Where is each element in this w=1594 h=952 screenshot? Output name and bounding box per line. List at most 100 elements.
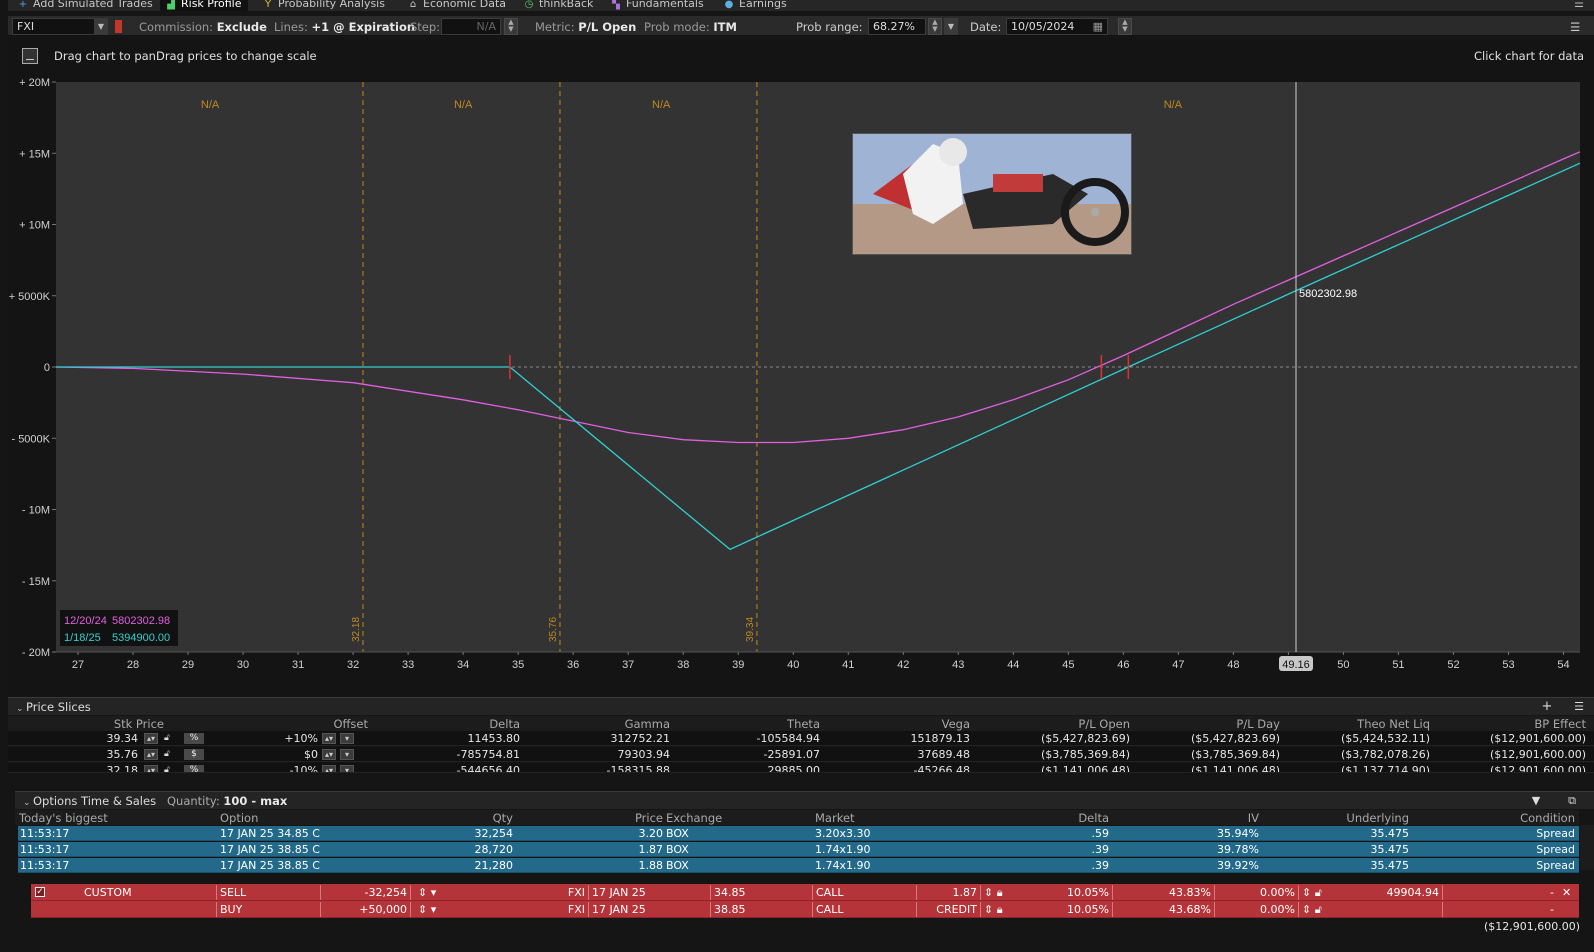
price-slice-row[interactable]: 39.34 ▴▾ 🔓︎% +10% ▴▾ ▾ 11453.80 312752.21 -10558… bbox=[8, 731, 1594, 746]
slice-price[interactable]: 35.76 bbox=[58, 748, 139, 761]
price-slice-row[interactable]: 35.76 ▴▾ 🔓︎ $ $0 ▴▾ ▾ -785754.81 79303.94 -25891.… bbox=[8, 747, 1594, 762]
offset-stepper[interactable]: ▴▾ bbox=[322, 733, 336, 744]
col-delta[interactable]: Delta bbox=[1015, 811, 1109, 825]
order-type[interactable] bbox=[81, 902, 217, 917]
add-slice-button[interactable]: + bbox=[1536, 699, 1558, 715]
prob-mode-control[interactable]: Prob mode: ITM bbox=[644, 19, 737, 35]
col-stk-price[interactable]: Stk Price bbox=[58, 717, 164, 731]
offset-stepper[interactable]: ▴▾ bbox=[322, 765, 336, 772]
qty-stepper[interactable]: ⇕ ▾ bbox=[415, 885, 449, 900]
price-stepper[interactable]: ▴▾ bbox=[144, 733, 158, 744]
toolbar-menu-icon[interactable]: ☰ bbox=[1570, 19, 1580, 35]
price-slices-toggle[interactable]: ⌄ Price Slices bbox=[16, 700, 91, 714]
col-todays-biggest[interactable]: Today's biggest bbox=[19, 811, 108, 825]
order-leg-row[interactable]: BUY +50,000 ⇕ ▾ FXI 17 JAN 25 38.85 CALL CREDIT… bbox=[31, 901, 1579, 918]
order-type[interactable]: CUSTOM bbox=[81, 885, 217, 900]
lock-icon[interactable]: 🔓︎ bbox=[164, 765, 174, 772]
slice-price[interactable]: 39.34 bbox=[58, 732, 139, 745]
filter-icon[interactable]: ▼ bbox=[1525, 793, 1547, 809]
order-pct[interactable]: 0.00% bbox=[1215, 902, 1299, 917]
price-stepper-lock[interactable]: ⇕ 🔒︎ bbox=[981, 902, 1017, 917]
metric-control[interactable]: Metric: P/L Open bbox=[535, 19, 636, 35]
time-sales-row[interactable]: 11:53:17 17 JAN 25 34.85 C 32,254 3.20 BOX 3.… bbox=[18, 826, 1579, 841]
order-strike[interactable]: 38.85 bbox=[711, 902, 813, 917]
popout-icon[interactable]: ⧉ bbox=[1561, 793, 1583, 809]
lock-icon[interactable]: 🔓︎ bbox=[164, 749, 174, 760]
pct-stepper-lock[interactable]: ⇕ 🔓︎ bbox=[1299, 902, 1333, 917]
offset-mode-toggle[interactable]: $ bbox=[184, 749, 204, 760]
order-checkbox[interactable]: ✓ bbox=[35, 887, 45, 897]
qty-stepper[interactable]: ⇕ ▾ bbox=[415, 902, 449, 917]
price-slice-row[interactable]: 32.18 ▴▾ 🔓︎% -10% ▴▾ ▾ -544656.40 -158315.88 298… bbox=[8, 763, 1594, 773]
date-stepper[interactable]: ▲ ▼ bbox=[1118, 18, 1132, 35]
offset-mode-toggle[interactable]: % bbox=[184, 733, 204, 744]
lines-control[interactable]: Lines: +1 @ Expiration bbox=[274, 19, 415, 35]
tab-add-simulated-trades[interactable]: + Add Simulated Trades bbox=[18, 0, 153, 11]
tab-economic-data[interactable]: ⌂ Economic Data bbox=[408, 0, 506, 11]
offset-stepper[interactable]: ▴▾ bbox=[322, 749, 336, 760]
order-price[interactable]: CREDIT bbox=[917, 902, 981, 917]
slice-offset[interactable]: -10% bbox=[258, 764, 318, 772]
order-strike[interactable]: 34.85 bbox=[711, 885, 813, 900]
order-expiration[interactable]: 17 JAN 25 bbox=[589, 902, 711, 917]
col-iv[interactable]: IV bbox=[1165, 811, 1259, 825]
col-delta[interactable]: Delta bbox=[420, 717, 520, 731]
offset-dropdown-icon[interactable]: ▾ bbox=[340, 733, 354, 744]
quantity-filter[interactable]: Quantity: 100 - max bbox=[167, 793, 287, 809]
col-pl-day[interactable]: P/L Day bbox=[1170, 717, 1280, 731]
prob-range-dropdown-icon[interactable]: ▼ bbox=[944, 18, 958, 35]
order-option-type[interactable]: CALL bbox=[813, 885, 917, 900]
chart-image-icon[interactable] bbox=[22, 48, 38, 64]
price-stepper-lock[interactable]: ⇕ 🔒︎ bbox=[981, 885, 1017, 900]
offset-dropdown-icon[interactable]: ▾ bbox=[340, 765, 354, 772]
prob-range-stepper[interactable]: ▲ ▼ bbox=[928, 18, 942, 35]
tab-earnings[interactable]: ● Earnings bbox=[724, 0, 787, 11]
col-qty[interactable]: Qty bbox=[415, 811, 513, 825]
time-sales-toggle[interactable]: ⌄ Options Time & Sales bbox=[23, 794, 156, 808]
lock-icon[interactable]: 🔓︎ bbox=[164, 733, 174, 744]
order-qty[interactable]: -32,254 bbox=[321, 885, 411, 900]
time-sales-scrollbar[interactable] bbox=[1580, 825, 1594, 870]
col-pl-open[interactable]: P/L Open bbox=[1020, 717, 1130, 731]
col-option[interactable]: Option bbox=[220, 811, 258, 825]
order-qty[interactable]: +50,000 bbox=[321, 902, 411, 917]
order-price[interactable]: 1.87 bbox=[917, 885, 981, 900]
offset-dropdown-icon[interactable]: ▾ bbox=[340, 749, 354, 760]
col-underlying[interactable]: Underlying bbox=[1315, 811, 1409, 825]
close-icon[interactable]: ✕ bbox=[1559, 885, 1577, 900]
col-theo-net-liq[interactable]: Theo Net Liq bbox=[1320, 717, 1430, 731]
risk-profile-chart[interactable]: 32.18 35.76 39.34 N/A N/A N/A N/A + 20M + 15M + … bbox=[8, 74, 1594, 696]
order-option-type[interactable]: CALL bbox=[813, 902, 917, 917]
col-exchange[interactable]: Exchange bbox=[666, 811, 722, 825]
order-side[interactable]: SELL bbox=[217, 885, 321, 900]
symbol-field[interactable]: FXI bbox=[12, 18, 100, 35]
col-bp-effect[interactable]: BP Effect bbox=[1470, 717, 1586, 731]
col-condition[interactable]: Condition bbox=[1465, 811, 1575, 825]
symbol-dropdown-icon[interactable]: ▼ bbox=[94, 18, 108, 35]
col-offset[interactable]: Offset bbox=[268, 717, 368, 731]
tab-thinkback[interactable]: ◷ thinkBack bbox=[524, 0, 594, 11]
price-stepper[interactable]: ▴▾ bbox=[144, 749, 158, 760]
order-leg-row[interactable]: ✓ CUSTOM SELL -32,254 ⇕ ▾ FXI 17 JAN 25 34.85 CA… bbox=[31, 884, 1579, 901]
step-stepper[interactable]: ▲ ▼ bbox=[504, 18, 518, 35]
slices-menu-icon[interactable]: ☰ bbox=[1568, 699, 1590, 715]
col-market[interactable]: Market bbox=[815, 811, 855, 825]
price-stepper[interactable]: ▴▾ bbox=[144, 765, 158, 772]
col-vega[interactable]: Vega bbox=[870, 717, 970, 731]
order-expiration[interactable]: 17 JAN 25 bbox=[589, 885, 711, 900]
menu-icon[interactable]: ☰ bbox=[1574, 0, 1584, 10]
slice-offset[interactable]: +10% bbox=[258, 732, 318, 745]
pct-stepper-lock[interactable]: ⇕ 🔓︎ bbox=[1299, 885, 1333, 900]
col-theta[interactable]: Theta bbox=[720, 717, 820, 731]
slice-offset[interactable]: $0 bbox=[258, 748, 318, 761]
tab-probability-analysis[interactable]: Y Probability Analysis bbox=[263, 0, 385, 11]
col-gamma[interactable]: Gamma bbox=[570, 717, 670, 731]
order-pct[interactable]: 0.00% bbox=[1215, 885, 1299, 900]
tab-fundamentals[interactable]: ▚ Fundamentals bbox=[611, 0, 704, 11]
order-side[interactable]: BUY bbox=[217, 902, 321, 917]
col-price[interactable]: Price bbox=[575, 811, 663, 825]
calendar-icon[interactable]: ▦ bbox=[1093, 19, 1103, 34]
tab-risk-profile[interactable]: ▟ Risk Profile bbox=[160, 0, 248, 11]
step-field[interactable]: N/A bbox=[441, 18, 501, 35]
time-sales-row[interactable]: 11:53:17 17 JAN 25 38.85 C 21,280 1.88 BOX 1.… bbox=[18, 858, 1579, 873]
